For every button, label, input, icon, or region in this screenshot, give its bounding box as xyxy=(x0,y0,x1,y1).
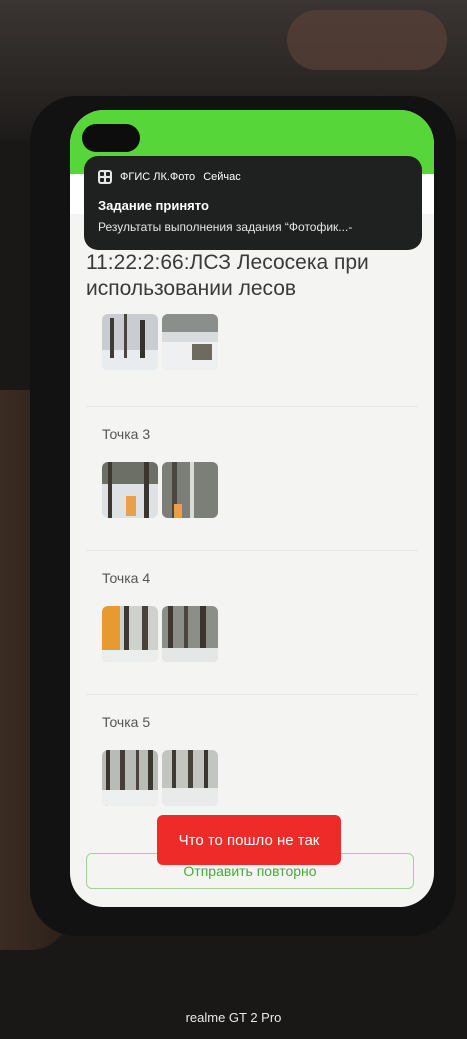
photo-thumbnail[interactable] xyxy=(162,314,218,370)
point-item: Точка 4 xyxy=(86,550,418,695)
photo-thumbnail[interactable] xyxy=(102,750,158,806)
photo-thumbnail[interactable] xyxy=(162,462,218,518)
photo-thumbnail[interactable] xyxy=(102,606,158,662)
photo-thumbs xyxy=(102,606,218,662)
photo-thumbs xyxy=(102,314,218,370)
point-label: Точка 5 xyxy=(102,714,151,730)
notification-app-name: ФГИС ЛК.Фото xyxy=(120,171,196,183)
notification-body: Результаты выполнения задания “Фотофик..… xyxy=(98,220,353,234)
notification-time: Сейчас xyxy=(203,171,241,183)
background-object xyxy=(287,10,447,70)
notification-header: ФГИС ЛК.Фото Сейчас xyxy=(98,170,241,184)
error-toast: Что то пошло не так xyxy=(157,815,341,865)
photo-thumbnail[interactable] xyxy=(162,750,218,806)
photo-thumbnail[interactable] xyxy=(102,314,158,370)
photo-thumbs xyxy=(102,750,218,806)
device-watermark: realme GT 2 Pro xyxy=(185,1010,282,1025)
point-label: Точка 3 xyxy=(102,426,151,442)
app-grid-icon xyxy=(98,170,112,184)
photo-thumbs xyxy=(102,462,218,518)
page-title: 11:22:2:66:ЛСЗ Лесосека при использовани… xyxy=(86,251,369,300)
photo-thumbnail[interactable] xyxy=(162,606,218,662)
photo-thumbnail[interactable] xyxy=(102,462,158,518)
point-label: Точка 4 xyxy=(102,570,151,586)
notification-banner[interactable]: ФГИС ЛК.Фото Сейчас Задание принято Резу… xyxy=(84,156,422,250)
point-item xyxy=(86,302,418,407)
notification-title: Задание принято xyxy=(98,198,209,213)
front-camera xyxy=(82,124,140,152)
point-item: Точка 3 xyxy=(86,406,418,551)
